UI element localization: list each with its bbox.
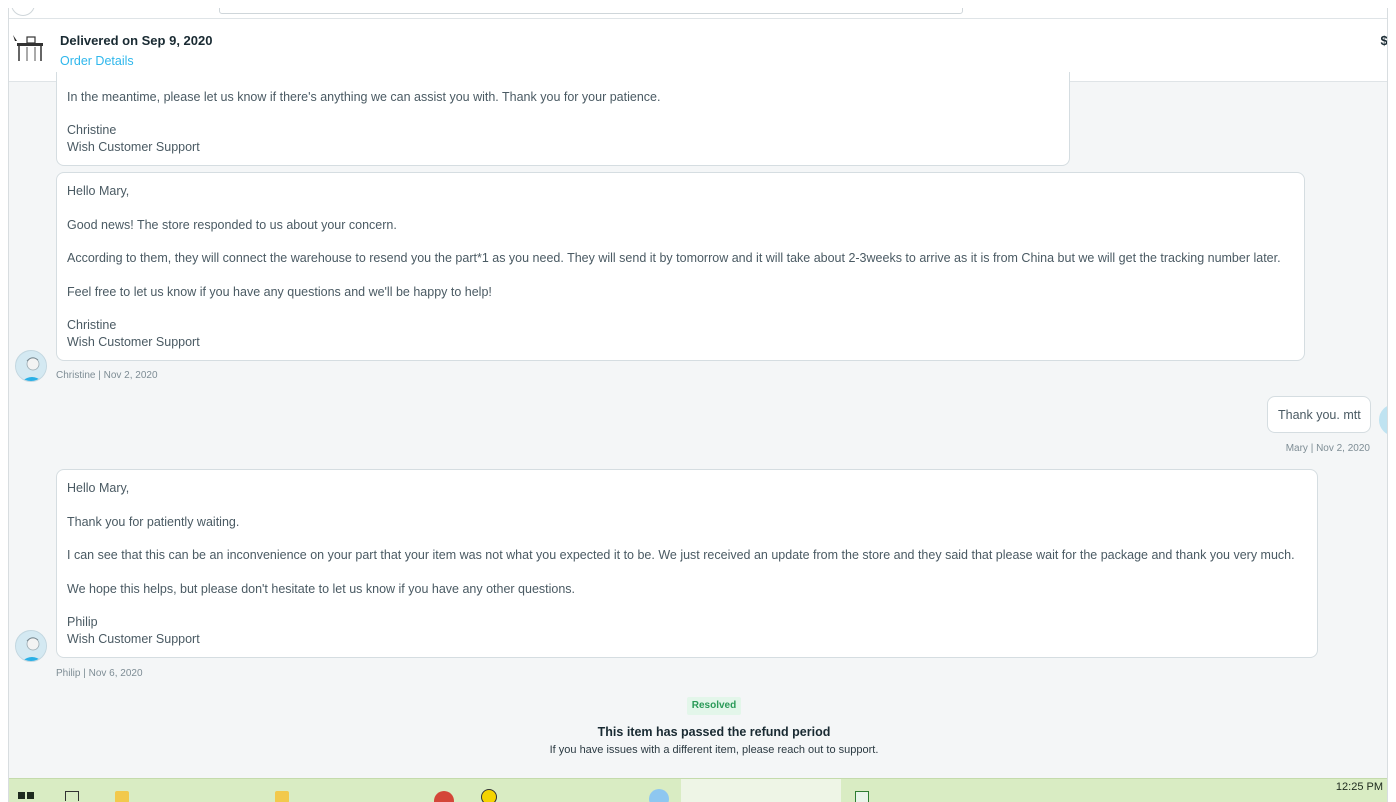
message-line: We hope this helps, but please don't hes… [67,582,576,596]
refund-period-subtitle: If you have issues with a different item… [549,744,879,756]
resolved-badge: Resolved [687,697,741,715]
support-avatar-icon [15,350,47,382]
message-line: Thank you. mtt [1278,408,1361,422]
support-avatar-icon [15,630,47,662]
support-message: In the meantime, please let us know if t… [56,72,1070,166]
message-line: I can see that this can be an inconvenie… [67,548,1295,562]
message-line: Hello Mary, [67,184,130,198]
message-signature-name: Christine [67,318,117,332]
message-signature-team: Wish Customer Support [67,632,200,646]
message-line: In the meantime, please let us know if t… [67,90,661,104]
support-message: Hello Mary, Good news! The store respond… [56,172,1305,361]
taskbar-app-4[interactable] [434,791,454,802]
order-thumbnail-icon[interactable] [13,33,47,65]
message-meta: Christine | Nov 2, 2020 [56,370,158,381]
windows-start-icon[interactable] [17,791,35,802]
taskbar-clock[interactable]: 12:25 PM [1336,781,1383,793]
message-signature-name: Christine [67,123,117,137]
user-avatar-icon [1379,404,1387,436]
message-line: Good news! The store responded to us abo… [67,218,397,232]
taskbar-app-2[interactable] [115,791,129,802]
order-price: $9 [1380,33,1388,48]
back-button[interactable] [11,8,35,16]
taskbar-app-active[interactable] [681,779,841,802]
message-signature-team: Wish Customer Support [67,140,200,154]
support-message: Hello Mary, Thank you for patiently wait… [56,469,1318,658]
message-meta: Philip | Nov 6, 2020 [56,668,143,679]
taskbar: 12:25 PM [9,778,1387,802]
taskbar-app-7[interactable] [855,791,869,802]
message-line: Thank you for patiently waiting. [67,515,240,529]
taskbar-app-1[interactable] [65,791,79,801]
message-signature-team: Wish Customer Support [67,335,200,349]
taskbar-app-6[interactable] [649,789,669,802]
message-meta: Mary | Nov 2, 2020 [1285,443,1370,454]
taskbar-app-5[interactable] [481,789,497,802]
refund-period-title: This item has passed the refund period [597,725,831,739]
message-line: Feel free to let us know if you have any… [67,285,492,299]
top-bar [9,8,1387,18]
conversation-window: Delivered on Sep 9, 2020 Order Details $… [8,8,1388,802]
message-line: Hello Mary, [67,481,130,495]
taskbar-app-3[interactable] [275,791,289,802]
message-line: According to them, they will connect the… [67,251,1281,265]
message-signature-name: Philip [67,615,98,629]
order-details-link[interactable]: Order Details [60,54,134,68]
search-input[interactable] [219,8,963,14]
delivery-status: Delivered on Sep 9, 2020 [60,33,213,48]
user-message: Thank you. mtt [1267,396,1371,433]
